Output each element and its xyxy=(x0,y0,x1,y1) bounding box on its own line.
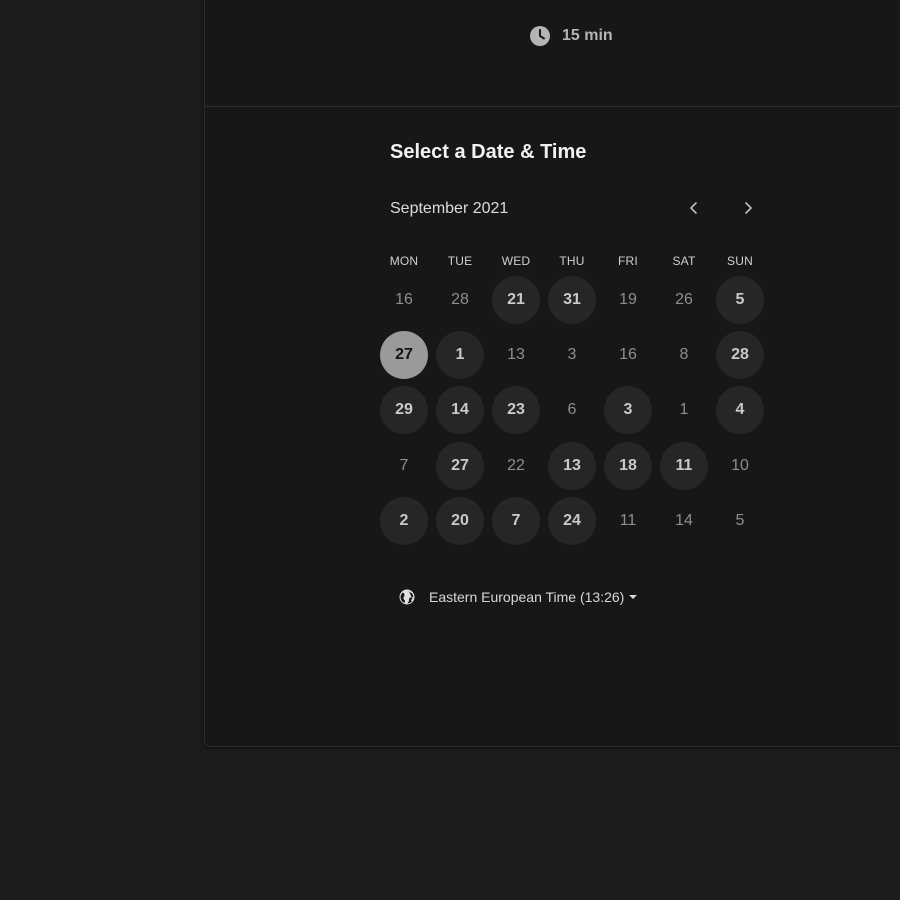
calendar-cell: 14 xyxy=(432,383,488,438)
calendar-day-available[interactable]: 23 xyxy=(492,386,540,435)
weekday-label: THU xyxy=(559,254,585,268)
calendar-day-unavailable: 13 xyxy=(507,345,525,363)
chevron-right-icon xyxy=(742,201,754,220)
calendar-cell: 20 xyxy=(432,493,488,548)
calendar-cell: 1 xyxy=(656,383,712,438)
calendar-cell: 23 xyxy=(488,383,544,438)
caret-down-icon xyxy=(629,595,638,599)
weekday-header: MON TUE WED THU FRI SAT SUN xyxy=(376,254,768,268)
calendar-cell: 16 xyxy=(376,272,432,327)
page: 15 min Select a Date & Time September 20… xyxy=(0,0,900,900)
calendar-day-unavailable: 3 xyxy=(567,345,577,363)
calendar-day-available[interactable]: 1 xyxy=(436,330,484,379)
clock-icon xyxy=(529,25,551,47)
timezone-label: Eastern European Time (13:26) xyxy=(429,589,625,605)
calendar-cell: 5 xyxy=(712,272,768,327)
calendar-cell: 7 xyxy=(488,493,544,548)
weekday-label: SUN xyxy=(727,254,753,268)
weekday-label: WED xyxy=(501,254,531,268)
calendar-day-unavailable: 19 xyxy=(619,290,637,308)
calendar-day-unavailable: 7 xyxy=(399,456,409,474)
calendar-day-available[interactable]: 20 xyxy=(436,496,484,545)
previous-month-button[interactable] xyxy=(680,196,708,224)
timezone-selector[interactable]: Eastern European Time (13:26) xyxy=(398,586,638,608)
calendar-day-unavailable: 6 xyxy=(567,401,577,419)
calendar-cell: 3 xyxy=(544,327,600,382)
calendar-day-available[interactable]: 14 xyxy=(436,386,484,435)
calendar-day-unavailable: 28 xyxy=(451,290,469,308)
weekday-label: FRI xyxy=(618,254,638,268)
month-label: September 2021 xyxy=(390,200,509,217)
calendar-day-unavailable: 26 xyxy=(675,290,693,308)
calendar-day-available[interactable]: 27 xyxy=(436,441,484,490)
calendar-day-available[interactable]: 2 xyxy=(380,496,428,545)
calendar-day-unavailable: 22 xyxy=(507,456,525,474)
calendar-cell: 24 xyxy=(544,493,600,548)
calendar-day-unavailable: 10 xyxy=(731,456,749,474)
globe-icon xyxy=(398,588,416,606)
calendar-day-available[interactable]: 21 xyxy=(492,275,540,324)
calendar-cell: 3 xyxy=(600,383,656,438)
weekday-label: TUE xyxy=(447,254,473,268)
scheduling-card: 15 min Select a Date & Time September 20… xyxy=(204,0,900,747)
calendar-day-selected[interactable]: 27 xyxy=(380,330,428,379)
calendar-cell: 31 xyxy=(544,272,600,327)
calendar-day-available[interactable]: 5 xyxy=(716,275,764,324)
calendar-cell: 28 xyxy=(432,272,488,327)
calendar-day-unavailable: 1 xyxy=(679,401,689,419)
calendar-day-available[interactable]: 4 xyxy=(716,386,764,435)
calendar-cell: 16 xyxy=(600,327,656,382)
calendar-day-unavailable: 16 xyxy=(619,345,637,363)
calendar-day-unavailable: 11 xyxy=(619,511,637,529)
next-month-button[interactable] xyxy=(734,196,762,224)
calendar-cell: 13 xyxy=(488,327,544,382)
picker-title: Select a Date & Time xyxy=(390,141,587,163)
calendar-day-available[interactable]: 3 xyxy=(604,386,652,435)
calendar-cell: 11 xyxy=(600,493,656,548)
calendar-cell: 6 xyxy=(544,383,600,438)
calendar-cell: 7 xyxy=(376,438,432,493)
calendar-cell: 14 xyxy=(656,493,712,548)
calendar-cell: 13 xyxy=(544,438,600,493)
calendar-day-unavailable: 14 xyxy=(675,511,693,529)
calendar-cell: 5 xyxy=(712,493,768,548)
calendar-cell: 28 xyxy=(712,327,768,382)
calendar-day-unavailable: 16 xyxy=(395,290,413,308)
calendar-cell: 26 xyxy=(656,272,712,327)
calendar-cell: 27 xyxy=(376,327,432,382)
calendar-day-unavailable: 8 xyxy=(679,345,689,363)
calendar-cell: 29 xyxy=(376,383,432,438)
calendar-cell: 4 xyxy=(712,383,768,438)
calendar-day-available[interactable]: 11 xyxy=(660,441,708,490)
event-duration: 15 min xyxy=(529,24,613,48)
calendar-cell: 18 xyxy=(600,438,656,493)
calendar-cell: 21 xyxy=(488,272,544,327)
calendar-day-unavailable: 5 xyxy=(735,511,745,529)
calendar-cell: 11 xyxy=(656,438,712,493)
calendar-day-available[interactable]: 7 xyxy=(492,496,540,545)
calendar-day-available[interactable]: 28 xyxy=(716,330,764,379)
calendar-cell: 8 xyxy=(656,327,712,382)
duration-label: 15 min xyxy=(562,27,613,44)
calendar-day-available[interactable]: 31 xyxy=(548,275,596,324)
divider xyxy=(205,106,900,107)
calendar-cell: 1 xyxy=(432,327,488,382)
calendar-day-available[interactable]: 18 xyxy=(604,441,652,490)
calendar-cell: 2 xyxy=(376,493,432,548)
calendar-cell: 27 xyxy=(432,438,488,493)
weekday-label: SAT xyxy=(672,254,696,268)
calendar-grid: 16 28 21 31 19 26 5 27 1 13 3 16 8 28 29 14 23 6 3 1 4 7 27 22 1… xyxy=(376,272,768,548)
calendar-day-available[interactable]: 13 xyxy=(548,441,596,490)
calendar-cell: 19 xyxy=(600,272,656,327)
calendar-day-available[interactable]: 29 xyxy=(380,386,428,435)
weekday-label: MON xyxy=(389,254,419,268)
calendar-cell: 10 xyxy=(712,438,768,493)
calendar-cell: 22 xyxy=(488,438,544,493)
calendar-day-available[interactable]: 24 xyxy=(548,496,596,545)
chevron-left-icon xyxy=(688,201,700,220)
